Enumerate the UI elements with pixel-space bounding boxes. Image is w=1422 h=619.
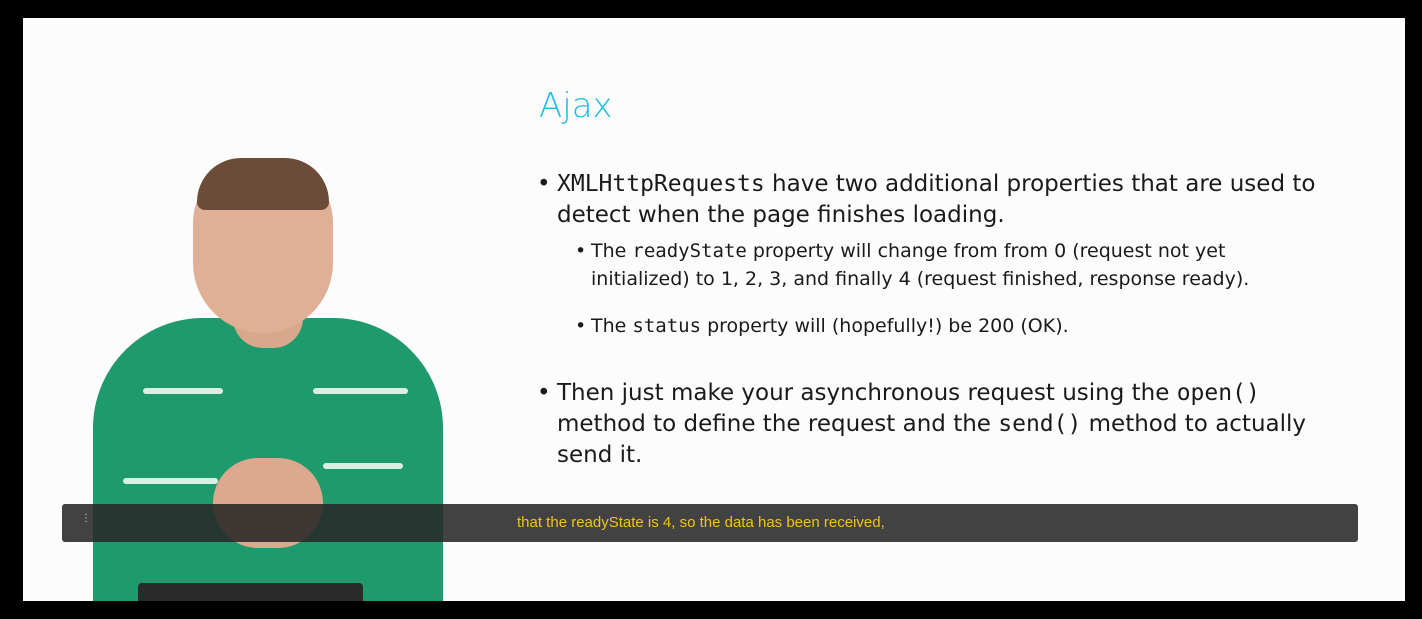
bullet-dot-icon: •: [575, 240, 587, 262]
bullet-dot-icon: •: [575, 315, 587, 337]
code-send: send(): [998, 411, 1082, 437]
presenter-hair: [197, 158, 329, 210]
laptop: [138, 583, 363, 601]
video-player[interactable]: Ajax • XMLHttpRequests have two additiona…: [0, 0, 1422, 619]
bullet-1: • XMLHttpRequests have two additional pro…: [537, 169, 1317, 231]
code-status: status: [632, 315, 702, 337]
bullet-dot-icon: •: [537, 171, 551, 197]
shirt-stripe: [143, 388, 223, 394]
bullet-2: • Then just make your asynchronous reques…: [537, 378, 1317, 471]
caption-bar[interactable]: ⋮ that the readyState is 4, so the data …: [62, 504, 1358, 542]
code-readystate: readyState: [632, 240, 747, 262]
slide-bullets: • XMLHttpRequests have two additional pro…: [537, 169, 1317, 471]
sub-bullet-prefix: The: [591, 315, 633, 337]
sub-bullet-prefix: The: [591, 240, 633, 262]
bullet-2-mid: method to define the request and the: [557, 411, 999, 437]
code-xmlhttprequests: XMLHttpRequests: [557, 171, 765, 197]
shirt-stripe: [313, 388, 408, 394]
sub-bullet-readystate: • The readyState property will change fro…: [575, 237, 1317, 293]
bullet-2-prefix: Then just make your asynchronous request…: [557, 380, 1177, 406]
shirt-stripe: [123, 478, 218, 484]
slide-title: Ajax: [539, 86, 613, 126]
caption-text: that the readyState is 4, so the data ha…: [517, 514, 885, 531]
code-open: open(): [1176, 380, 1260, 406]
bullet-dot-icon: •: [537, 380, 551, 406]
drag-handle-icon[interactable]: ⋮: [81, 514, 91, 529]
sub-bullet-text: property will (hopefully!) be 200 (OK).: [701, 315, 1069, 337]
sub-bullet-status: • The status property will (hopefully!) b…: [575, 312, 1317, 340]
shirt-stripe: [323, 463, 403, 469]
